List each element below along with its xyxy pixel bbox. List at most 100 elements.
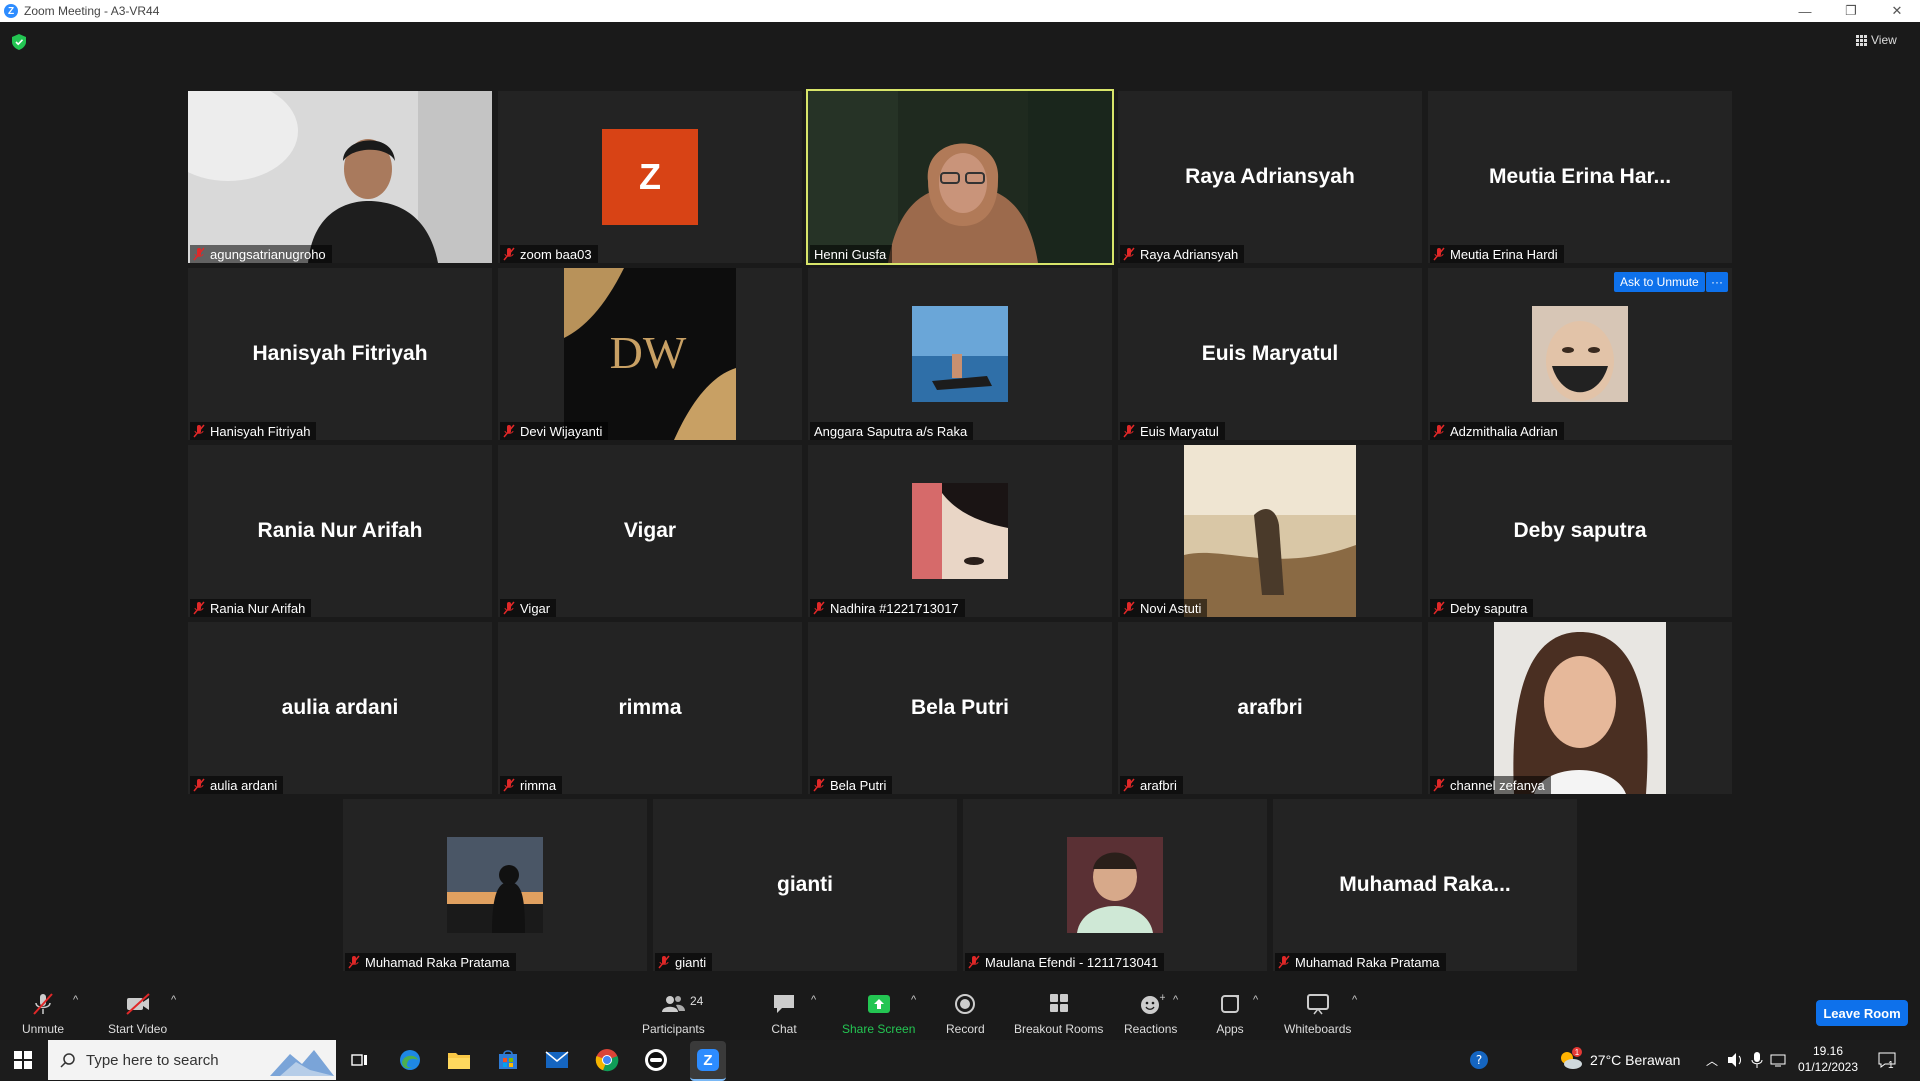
whiteboards-button[interactable]: Whiteboards — [1284, 992, 1351, 1036]
muted-mic-icon — [1278, 955, 1290, 969]
profile-picture — [1494, 622, 1666, 794]
close-button[interactable]: ✕ — [1874, 0, 1920, 22]
participant-display-name: Hanisyah Fitriyah — [252, 342, 428, 365]
profile-picture — [912, 306, 1008, 402]
participant-name-label: arafbri — [1120, 776, 1183, 794]
video-tile[interactable]: Meutia Erina Har... Meutia Erina Hardi — [1428, 91, 1732, 263]
active-speaker-tile[interactable]: Henni Gusfa — [806, 89, 1114, 265]
reactions-options-caret[interactable]: ^ — [1173, 994, 1178, 1006]
video-tile[interactable]: agungsatrianugroho — [188, 91, 492, 263]
video-options-caret[interactable]: ^ — [171, 994, 176, 1006]
video-tile[interactable]: Deby saputra Deby saputra — [1428, 445, 1732, 617]
apps-label: Apps — [1216, 1022, 1244, 1036]
file-explorer-icon[interactable] — [445, 1046, 473, 1074]
video-tile[interactable]: Muhamad Raka... Muhamad Raka Pratama — [1273, 799, 1577, 971]
video-tile[interactable]: gianti gianti — [653, 799, 957, 971]
participant-display-name: Rania Nur Arifah — [257, 519, 423, 542]
apps-icon — [1221, 995, 1239, 1013]
video-tile[interactable]: Novi Astuti — [1118, 445, 1422, 617]
microphone-icon[interactable] — [1751, 1040, 1763, 1080]
participant-name: Henni Gusfa — [814, 246, 887, 262]
video-tile[interactable]: Hanisyah Fitriyah Hanisyah Fitriyah — [188, 268, 492, 440]
participant-name-label: Maulana Efendi - 1211713041 — [965, 953, 1165, 971]
video-tile[interactable]: aulia ardani aulia ardani — [188, 622, 492, 794]
participant-name: Maulana Efendi - 1211713041 — [985, 954, 1159, 970]
chat-options-caret[interactable]: ^ — [811, 994, 816, 1006]
network-icon[interactable] — [1770, 1040, 1786, 1080]
video-tile[interactable]: rimma rimma — [498, 622, 802, 794]
video-tile[interactable]: DW Devi Wijayanti — [498, 268, 802, 440]
start-video-label: Start Video — [108, 1022, 168, 1036]
video-tile[interactable]: Maulana Efendi - 1211713041 — [963, 799, 1267, 971]
video-tile[interactable]: Z zoom baa03 — [498, 91, 802, 263]
participant-name: channel zefanya — [1450, 777, 1545, 793]
participant-name-label: Rania Nur Arifah — [190, 599, 312, 617]
share-screen-label: Share Screen — [842, 1022, 916, 1036]
apps-button[interactable]: Apps — [1216, 992, 1244, 1036]
mail-icon[interactable] — [543, 1046, 571, 1074]
record-button[interactable]: Record — [946, 992, 985, 1036]
start-video-button[interactable]: Start Video — [108, 992, 167, 1036]
notifications-icon[interactable]: 1 — [1878, 1040, 1896, 1080]
video-tile[interactable]: Nadhira #1221713017 — [808, 445, 1112, 617]
edge-browser-icon[interactable] — [396, 1046, 424, 1074]
video-tile[interactable]: arafbri arafbri — [1118, 622, 1422, 794]
search-icon — [60, 1053, 75, 1068]
muted-mic-icon — [503, 601, 515, 615]
video-tile[interactable]: Raya Adriansyah Raya Adriansyah — [1118, 91, 1422, 263]
share-screen-button[interactable]: Share Screen — [842, 992, 915, 1036]
participants-label: Participants — [642, 1022, 705, 1036]
participant-name-label: Muhamad Raka Pratama — [1275, 953, 1446, 971]
profile-picture: DW — [564, 268, 736, 440]
maximize-button[interactable]: ❐ — [1828, 0, 1874, 22]
weather-widget[interactable]: 1 27°C Berawan — [1558, 1040, 1680, 1080]
video-tile[interactable]: Rania Nur Arifah Rania Nur Arifah — [188, 445, 492, 617]
start-button[interactable] — [0, 1040, 46, 1080]
apps-options-caret[interactable]: ^ — [1253, 994, 1258, 1006]
minimize-button[interactable]: — — [1782, 0, 1828, 22]
speaker-icon[interactable] — [1726, 1040, 1744, 1080]
breakout-rooms-icon — [1049, 994, 1068, 1012]
participant-name-label: Meutia Erina Hardi — [1430, 245, 1564, 263]
video-tile[interactable]: channel zefanya — [1428, 622, 1732, 794]
muted-mic-icon — [1433, 601, 1445, 615]
video-tile[interactable]: Euis Maryatul Euis Maryatul — [1118, 268, 1422, 440]
participant-name: Deby saputra — [1450, 600, 1528, 616]
reactions-button[interactable]: + Reactions — [1124, 992, 1177, 1036]
help-icon[interactable]: ? — [1468, 1040, 1490, 1080]
participant-display-name: arafbri — [1237, 696, 1303, 719]
participant-video — [808, 91, 1112, 263]
taskbar-search[interactable]: Type here to search — [48, 1040, 336, 1080]
unmute-button[interactable]: Unmute — [22, 992, 64, 1036]
ask-to-unmute-button[interactable]: Ask to Unmute — [1614, 272, 1705, 292]
whiteboards-options-caret[interactable]: ^ — [1352, 994, 1357, 1006]
video-tile[interactable]: Vigar Vigar — [498, 445, 802, 617]
view-button[interactable]: View — [1856, 33, 1897, 47]
share-options-caret[interactable]: ^ — [911, 994, 916, 1006]
clock-date: 01/12/2023 — [1797, 1060, 1859, 1074]
record-icon — [955, 994, 976, 1014]
microsoft-store-icon[interactable] — [494, 1046, 522, 1074]
profile-picture — [912, 483, 1008, 579]
video-tile[interactable]: Muhamad Raka Pratama — [343, 799, 647, 971]
chrome-icon[interactable] — [593, 1046, 621, 1074]
show-hidden-icons-chevron-icon[interactable]: ︿ — [1706, 1040, 1718, 1080]
chat-button[interactable]: Chat — [770, 992, 798, 1036]
video-tile[interactable]: Bela Putri Bela Putri — [808, 622, 1112, 794]
more-options-button[interactable]: ··· — [1706, 272, 1728, 292]
muted-mic-icon — [503, 247, 515, 261]
app-icon[interactable] — [642, 1046, 670, 1074]
security-shield-icon[interactable] — [12, 34, 26, 50]
profile-picture — [1184, 445, 1356, 617]
audio-options-caret[interactable]: ^ — [73, 994, 78, 1006]
meeting-toolbar: Unmute ^ Start Video ^ Participants 24 C… — [0, 978, 1920, 1040]
taskbar-clock[interactable]: 19.16 01/12/2023 — [1786, 1043, 1870, 1075]
leave-room-button[interactable]: Leave Room — [1816, 1000, 1908, 1026]
task-view-icon[interactable] — [346, 1046, 374, 1074]
video-tile[interactable]: Anggara Saputra a/s Raka — [808, 268, 1112, 440]
zoom-taskbar-icon[interactable]: Z — [690, 1041, 726, 1081]
breakout-rooms-button[interactable]: Breakout Rooms — [1014, 992, 1103, 1036]
participant-name: Muhamad Raka Pratama — [365, 954, 510, 970]
video-tile[interactable]: Adzmithalia Adrian — [1428, 268, 1732, 440]
participant-display-name: Muhamad Raka... — [1339, 873, 1511, 896]
